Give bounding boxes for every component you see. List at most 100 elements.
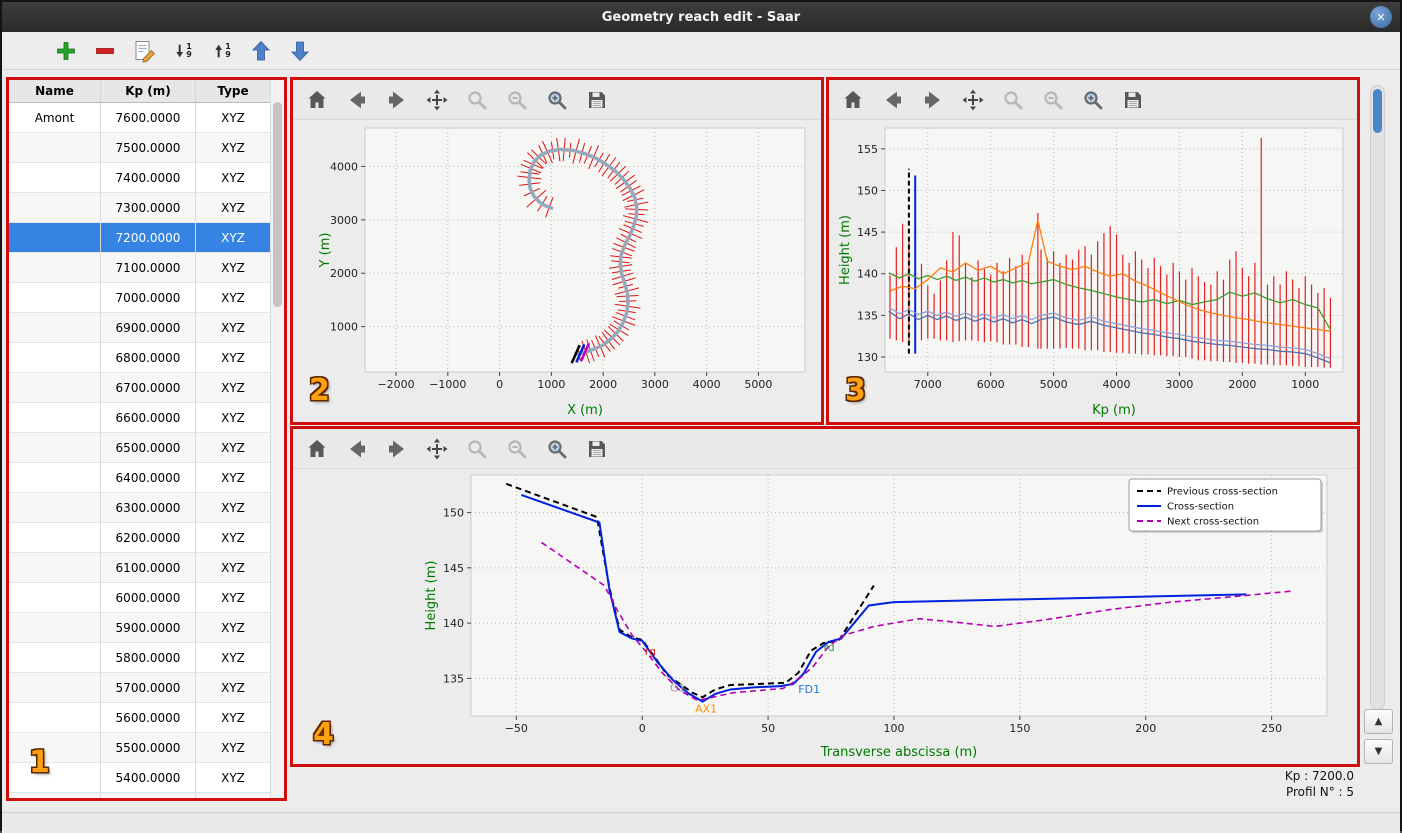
table-row[interactable]: 5800.0000 XYZ	[9, 643, 270, 673]
nav-zoom-rect-icon[interactable]	[465, 437, 489, 461]
profile-view-panel: 7000 6000 5000 4000 3000 2000 1000 130 135 140 145…	[826, 77, 1360, 425]
cell-type: XYZ	[221, 201, 245, 215]
table-row[interactable]: 6800.0000 XYZ	[9, 343, 270, 373]
section-plot-canvas[interactable]: −50 0 50 100 150 200 250 135 140 145 150 Transverse…	[293, 469, 1357, 764]
axes-area	[364, 127, 806, 373]
nav-pan-icon[interactable]	[425, 88, 449, 112]
geometry-reach-edit-window: Geometry reach edit - Saar ✕ 19 19 Name …	[0, 0, 1402, 833]
nav-zoom-in-icon[interactable]	[1081, 88, 1105, 112]
table-scrollbar[interactable]	[270, 80, 284, 798]
cell-kp: 5400.0000	[101, 763, 196, 792]
nav-zoom-in-icon[interactable]	[545, 88, 569, 112]
cell-type: XYZ	[221, 531, 245, 545]
svg-text:200: 200	[1135, 722, 1156, 735]
table-row[interactable]: 5900.0000 XYZ	[9, 613, 270, 643]
move-down-button[interactable]	[285, 36, 315, 66]
cell-name	[9, 373, 101, 402]
table-row[interactable]: 5700.0000 XYZ	[9, 673, 270, 703]
nav-pan-icon[interactable]	[961, 88, 985, 112]
cell-kp: 6900.0000	[101, 313, 196, 342]
nav-back-icon[interactable]	[881, 88, 905, 112]
cell-name	[9, 163, 101, 192]
cell-type: XYZ	[221, 111, 245, 125]
window-scrollbar[interactable]	[1370, 85, 1385, 710]
svg-text:5000: 5000	[1040, 378, 1068, 391]
annotation-AX1: AX1	[695, 703, 717, 716]
profile-up-button[interactable]: ▲	[1364, 709, 1393, 734]
cell-name	[9, 703, 101, 732]
svg-text:2000: 2000	[589, 378, 617, 391]
cell-kp: 6400.0000	[101, 463, 196, 492]
cell-type: XYZ	[221, 711, 245, 725]
table-row[interactable]: 6300.0000 XYZ	[9, 493, 270, 523]
nav-zoom-out-icon[interactable]	[505, 88, 529, 112]
remove-profile-button[interactable]	[90, 36, 120, 66]
table-row[interactable]: 6600.0000 XYZ	[9, 403, 270, 433]
nav-home-icon[interactable]	[305, 437, 329, 461]
nav-back-icon[interactable]	[345, 88, 369, 112]
column-header-name[interactable]: Name	[9, 80, 101, 102]
plan-plot-canvas[interactable]: −2000 −1000 0 1000 2000 3000 4000 5000 1000 2000 3…	[293, 120, 821, 422]
nav-forward-icon[interactable]	[385, 88, 409, 112]
nav-save-icon[interactable]	[585, 88, 609, 112]
nav-zoom-rect-icon[interactable]	[1001, 88, 1025, 112]
move-up-button[interactable]	[246, 36, 276, 66]
table-row[interactable]: 7100.0000 XYZ	[9, 253, 270, 283]
panel-2-label: 2	[309, 373, 330, 408]
nav-forward-icon[interactable]	[385, 437, 409, 461]
legend-label: Next cross-section	[1167, 517, 1259, 528]
cell-type: XYZ	[221, 231, 245, 245]
nav-zoom-in-icon[interactable]	[545, 437, 569, 461]
panel-1-label: 1	[29, 745, 50, 780]
table-row[interactable]: 7400.0000 XYZ	[9, 163, 270, 193]
table-row[interactable]: 6500.0000 XYZ	[9, 433, 270, 463]
profile-plot-canvas[interactable]: 7000 6000 5000 4000 3000 2000 1000 130 135 140 145…	[829, 120, 1357, 422]
svg-text:155: 155	[857, 143, 878, 156]
table-row[interactable]: 6000.0000 XYZ	[9, 583, 270, 613]
column-header-kp[interactable]: Kp (m)	[101, 80, 196, 102]
nav-zoom-rect-icon[interactable]	[465, 88, 489, 112]
nav-home-icon[interactable]	[841, 88, 865, 112]
edit-profile-button[interactable]	[129, 36, 159, 66]
cell-name	[9, 193, 101, 222]
nav-forward-icon[interactable]	[921, 88, 945, 112]
table-row[interactable]: 7300.0000 XYZ	[9, 193, 270, 223]
nav-back-icon[interactable]	[345, 437, 369, 461]
table-row[interactable]: 6400.0000 XYZ	[9, 463, 270, 493]
column-header-type[interactable]: Type	[196, 80, 270, 102]
table-row[interactable]: 6700.0000 XYZ	[9, 373, 270, 403]
sort-descending-icon[interactable]: 19	[207, 36, 237, 66]
window-title: Geometry reach edit - Saar	[601, 9, 801, 25]
nav-zoom-out-icon[interactable]	[505, 437, 529, 461]
sort-ascending-icon[interactable]: 19	[168, 36, 198, 66]
svg-text:−50: −50	[505, 722, 528, 735]
window-scrollbar-thumb[interactable]	[1373, 89, 1382, 133]
table-row[interactable]: 6900.0000 XYZ	[9, 313, 270, 343]
table-row[interactable]: 5300.0000XYZ	[9, 793, 270, 798]
cell-kp: 7500.0000	[101, 133, 196, 162]
nav-save-icon[interactable]	[1121, 88, 1145, 112]
table-scrollbar-thumb[interactable]	[273, 102, 282, 307]
nav-save-icon[interactable]	[585, 437, 609, 461]
cell-kp: 6600.0000	[101, 403, 196, 432]
sort-digit-bottom: 9	[186, 49, 192, 59]
cell-kp: 7600.0000	[101, 103, 196, 132]
table-row[interactable]: 7000.0000 XYZ	[9, 283, 270, 313]
table-row[interactable]: 6100.0000 XYZ	[9, 553, 270, 583]
nav-home-icon[interactable]	[305, 88, 329, 112]
table-row[interactable]: 5600.0000 XYZ	[9, 703, 270, 733]
table-row[interactable]: Amont 7600.0000 XYZ	[9, 103, 270, 133]
svg-text:4000: 4000	[330, 160, 358, 173]
table-row[interactable]: 7200.0000 XYZ	[9, 223, 270, 253]
profile-down-button[interactable]: ▼	[1364, 739, 1393, 764]
titlebar[interactable]: Geometry reach edit - Saar ✕	[2, 2, 1400, 32]
open-folder-button[interactable]	[12, 36, 42, 66]
nav-zoom-out-icon[interactable]	[1041, 88, 1065, 112]
add-profile-button[interactable]	[51, 36, 81, 66]
nav-pan-icon[interactable]	[425, 437, 449, 461]
annotation-rd: rd	[823, 641, 834, 654]
table-row[interactable]: 7500.0000 XYZ	[9, 133, 270, 163]
close-button[interactable]: ✕	[1370, 6, 1392, 28]
table-row[interactable]: 6200.0000 XYZ	[9, 523, 270, 553]
cell-kp: 6000.0000	[101, 583, 196, 612]
